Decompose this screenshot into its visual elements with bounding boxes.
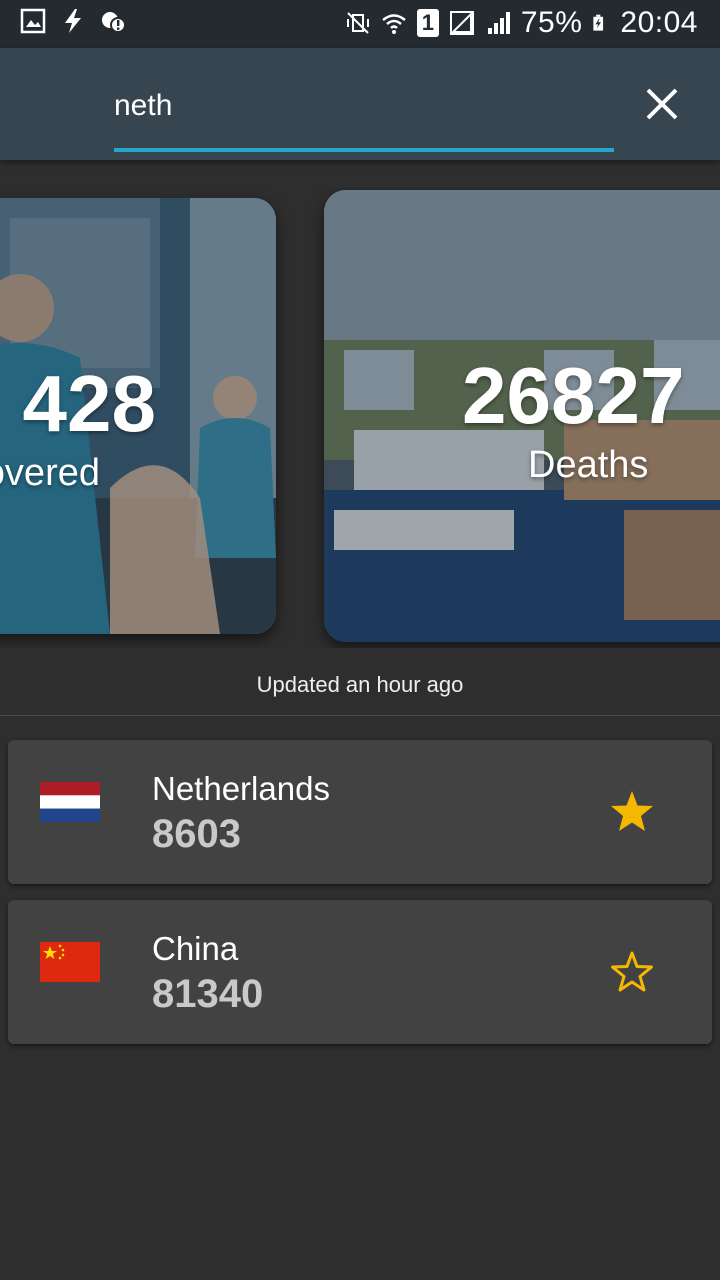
recovered-card[interactable]: 428 overed (0, 198, 276, 634)
gallery-notification-icon (20, 8, 46, 34)
alert-notification-icon (102, 12, 126, 33)
china-flag-icon (40, 942, 100, 982)
star-filled-icon[interactable] (608, 788, 656, 836)
search-header (0, 48, 720, 160)
country-name: China (152, 930, 239, 967)
flash-notification-icon (65, 9, 81, 33)
signal-strength-icon (487, 12, 510, 34)
status-bar-left (20, 8, 126, 34)
updated-timestamp: Updated an hour ago (256, 672, 464, 697)
recovered-count: 428 (22, 359, 156, 448)
wifi-icon (382, 14, 406, 34)
battery-charging-icon (593, 14, 604, 31)
battery-percent: 75% (520, 6, 583, 39)
search-input[interactable] (114, 78, 614, 134)
search-underline (114, 148, 614, 152)
status-bar-right: 1 75% 20:04 (345, 6, 698, 40)
status-bar: 1 75% 20:04 (0, 0, 720, 48)
signal-empty-icon (449, 11, 474, 35)
country-count: 81340 (152, 972, 264, 1016)
vibrate-mute-icon (346, 12, 369, 34)
close-icon[interactable] (640, 82, 684, 126)
stats-carousel[interactable]: 428 overed 26827 Deaths (0, 188, 720, 648)
country-name: Netherlands (152, 770, 330, 807)
country-row-china[interactable]: China 81340 (8, 900, 712, 1044)
deaths-count: 26827 (462, 351, 685, 440)
clock: 20:04 (620, 6, 698, 39)
recovered-label: overed (0, 452, 100, 494)
divider (0, 715, 720, 716)
sim-slot-badge: 1 (416, 9, 439, 37)
netherlands-flag-icon (40, 782, 100, 822)
country-row-netherlands[interactable]: Netherlands 8603 (8, 740, 712, 884)
country-count: 8603 (152, 812, 241, 856)
deaths-card[interactable]: 26827 Deaths (324, 190, 720, 642)
star-outline-icon[interactable] (608, 948, 656, 996)
deaths-label: Deaths (528, 444, 649, 486)
